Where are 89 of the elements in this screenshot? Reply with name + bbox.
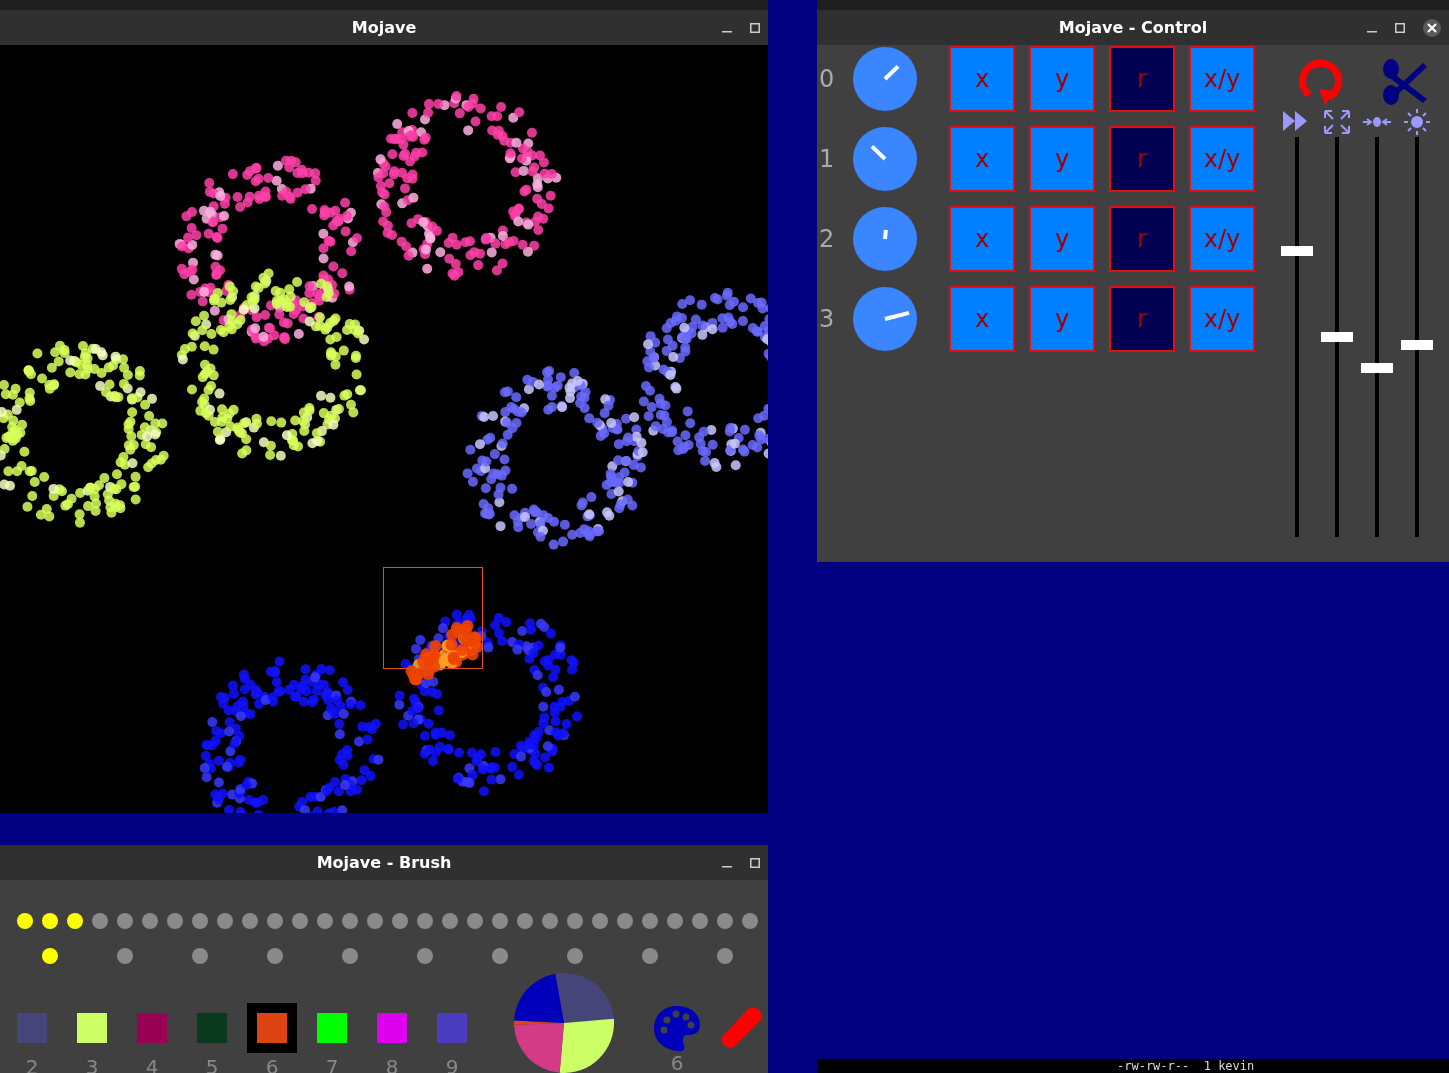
row-number: 0 xyxy=(818,64,836,95)
size-dot[interactable] xyxy=(417,913,433,929)
size-dot[interactable] xyxy=(717,913,733,929)
axis-toggle[interactable]: x xyxy=(949,126,1015,192)
spacing-dot[interactable] xyxy=(492,948,508,964)
spacing-dot[interactable] xyxy=(267,948,283,964)
slider-thumb[interactable] xyxy=(1401,339,1433,350)
color-swatch[interactable] xyxy=(137,1013,167,1043)
slider-thumb[interactable] xyxy=(1321,332,1353,342)
size-dot[interactable] xyxy=(317,913,333,929)
color-swatch[interactable] xyxy=(257,1013,287,1043)
selected-swatch-frame[interactable] xyxy=(247,1003,297,1053)
spacing-dot[interactable] xyxy=(117,948,133,964)
axis-toggle[interactable]: x xyxy=(949,286,1015,352)
palette-number: 6 xyxy=(670,1053,684,1073)
size-dot[interactable] xyxy=(342,913,358,929)
color-swatch[interactable] xyxy=(17,1013,47,1043)
size-dot[interactable] xyxy=(742,913,758,929)
size-dot[interactable] xyxy=(367,913,383,929)
color-swatch[interactable] xyxy=(377,1013,407,1043)
size-dot[interactable] xyxy=(392,913,408,929)
spacing-dot[interactable] xyxy=(342,948,358,964)
row-number: 3 xyxy=(818,304,836,335)
rotary-knob[interactable] xyxy=(853,127,917,191)
maximize-icon[interactable] xyxy=(750,857,760,868)
size-dot[interactable] xyxy=(42,913,58,929)
color-swatch[interactable] xyxy=(77,1013,107,1043)
size-dot[interactable] xyxy=(17,913,33,929)
color-wheel[interactable] xyxy=(514,973,614,1073)
slider-thumb[interactable] xyxy=(1281,246,1313,257)
brightness-icon xyxy=(1403,109,1431,135)
axis-toggle[interactable]: y xyxy=(1029,206,1095,272)
axis-toggle[interactable]: r xyxy=(1109,286,1175,352)
spacing-dot[interactable] xyxy=(642,948,658,964)
size-dot[interactable] xyxy=(642,913,658,929)
size-dot[interactable] xyxy=(92,913,108,929)
window-title: Mojave xyxy=(351,16,417,39)
rotary-knob[interactable] xyxy=(853,287,917,351)
axis-toggle[interactable]: y xyxy=(1029,46,1095,112)
size-dot[interactable] xyxy=(567,913,583,929)
maximize-icon[interactable] xyxy=(750,22,760,33)
size-dot[interactable] xyxy=(292,913,308,929)
spacing-dot[interactable] xyxy=(717,948,733,964)
axis-toggle[interactable]: x/y xyxy=(1189,46,1255,112)
spacing-dot[interactable] xyxy=(567,948,583,964)
terminal-text: -rw-rw-r-- 1 kevin xyxy=(1117,1059,1255,1073)
window-title: Mojave - Brush xyxy=(316,851,452,874)
size-dot[interactable] xyxy=(517,913,533,929)
spacing-dot[interactable] xyxy=(192,948,208,964)
spacing-dot[interactable] xyxy=(417,948,433,964)
axis-toggle[interactable]: x xyxy=(949,46,1015,112)
size-dot[interactable] xyxy=(667,913,683,929)
window-title: Mojave - Control xyxy=(1058,16,1208,39)
size-dot[interactable] xyxy=(592,913,608,929)
size-dot[interactable] xyxy=(267,913,283,929)
rotary-knob[interactable] xyxy=(853,47,917,111)
maximize-icon[interactable] xyxy=(1395,22,1405,33)
color-swatch[interactable] xyxy=(197,1013,227,1043)
row-number: 1 xyxy=(818,144,836,175)
size-dot[interactable] xyxy=(167,913,183,929)
size-dot[interactable] xyxy=(217,913,233,929)
size-dot[interactable] xyxy=(192,913,208,929)
slider-thumb[interactable] xyxy=(1361,363,1393,374)
axis-toggle[interactable]: y xyxy=(1029,286,1095,352)
color-swatch[interactable] xyxy=(437,1013,467,1043)
axis-toggle[interactable]: x xyxy=(949,206,1015,272)
axis-toggle[interactable]: y xyxy=(1029,126,1095,192)
expand-arrows-icon xyxy=(1323,109,1351,135)
selection-rectangle[interactable] xyxy=(383,567,483,669)
size-dot[interactable] xyxy=(492,913,508,929)
axis-toggle[interactable]: x/y xyxy=(1189,286,1255,352)
size-dot[interactable] xyxy=(142,913,158,929)
size-dot[interactable] xyxy=(442,913,458,929)
size-dot[interactable] xyxy=(617,913,633,929)
axis-toggle[interactable]: x/y xyxy=(1189,206,1255,272)
size-dot[interactable] xyxy=(542,913,558,929)
axis-toggle[interactable]: x/y xyxy=(1189,126,1255,192)
axis-toggle[interactable]: r xyxy=(1109,206,1175,272)
close-icon[interactable] xyxy=(1423,18,1441,37)
size-dot[interactable] xyxy=(692,913,708,929)
size-dot[interactable] xyxy=(117,913,133,929)
axis-toggle[interactable]: r xyxy=(1109,46,1175,112)
row-number: 2 xyxy=(818,224,836,255)
spacing-dot[interactable] xyxy=(42,948,58,964)
size-dot[interactable] xyxy=(467,913,483,929)
size-dot[interactable] xyxy=(67,913,83,929)
size-dot[interactable] xyxy=(242,913,258,929)
color-swatch[interactable] xyxy=(317,1013,347,1043)
axis-toggle[interactable]: r xyxy=(1109,126,1175,192)
